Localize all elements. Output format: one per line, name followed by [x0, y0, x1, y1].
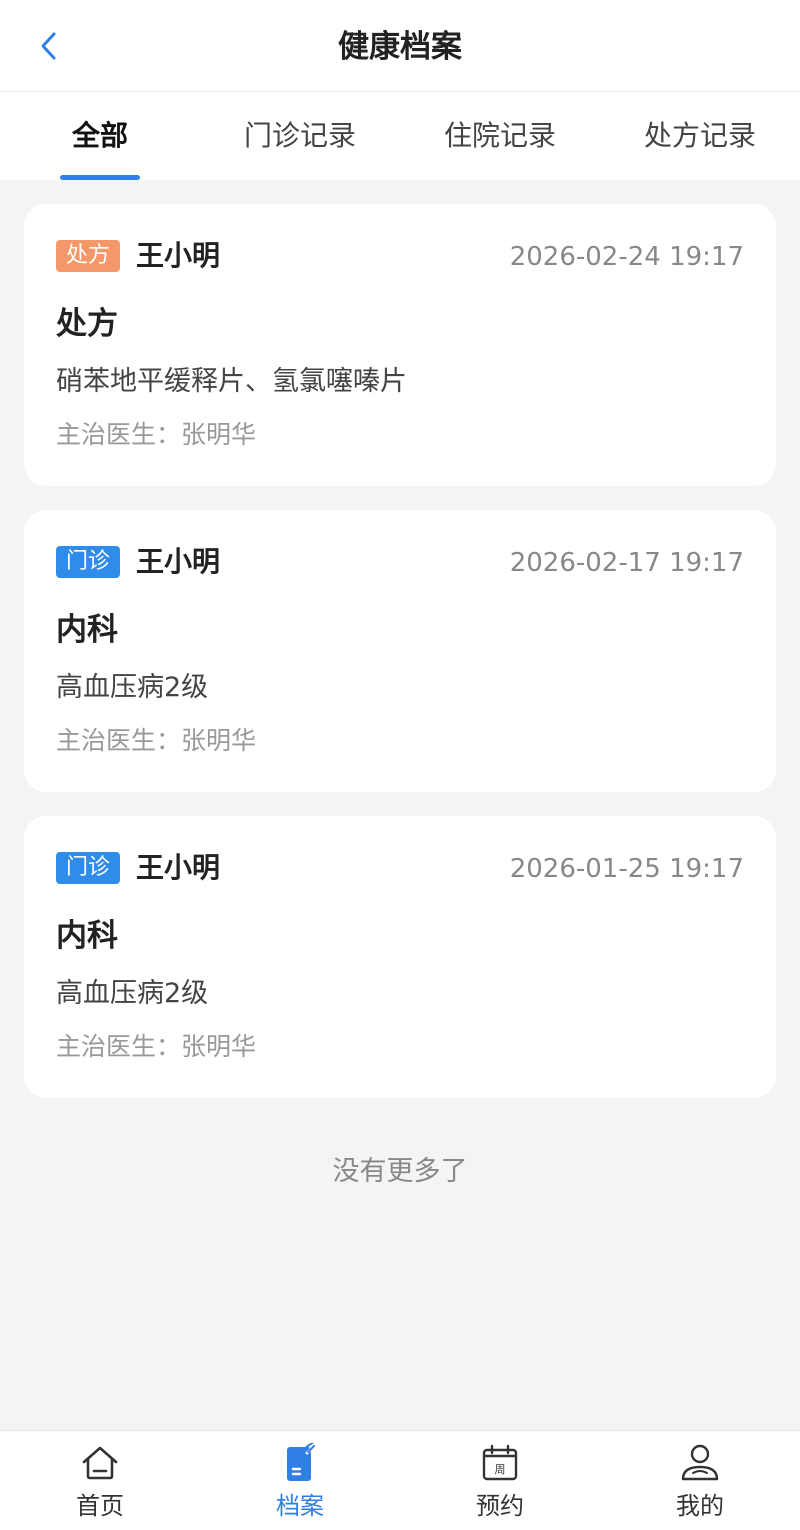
- record-title: 内科: [56, 918, 118, 954]
- calendar-icon-text: 周: [495, 1463, 506, 1476]
- tab-label: 处方记录: [643, 119, 756, 152]
- doctor-label: 主治医生：: [56, 726, 182, 755]
- record-card[interactable]: 处方 王小明 2026-02-24 19:17 处方 硝苯地平缓释片、氢氯噻嗪片…: [24, 204, 776, 486]
- record-title: 处方: [56, 306, 118, 342]
- tab-outpatient-records[interactable]: 门诊记录: [200, 92, 400, 180]
- tabbar-item-mine[interactable]: 我的: [600, 1431, 800, 1530]
- page-title: 健康档案: [338, 29, 462, 65]
- doctor-row: 主治医生：张明华: [56, 416, 256, 454]
- record-type-badge: 处方: [56, 240, 120, 272]
- record-card[interactable]: 门诊 王小明 2026-01-25 19:17 内科 高血压病2级 主治医生：张…: [24, 816, 776, 1098]
- record-time: 2026-01-25 19:17: [509, 854, 744, 884]
- doctor-row: 主治医生：张明华: [56, 722, 256, 760]
- tab-all[interactable]: 全部: [0, 92, 200, 180]
- record-tabs: 全部 门诊记录 住院记录 处方记录: [0, 92, 800, 180]
- record-time: 2026-02-17 19:17: [509, 548, 744, 578]
- patient-name: 王小明: [136, 851, 221, 884]
- tab-prescription-records[interactable]: 处方记录: [600, 92, 800, 180]
- archive-icon: [287, 1443, 317, 1481]
- record-card[interactable]: 门诊 王小明 2026-02-17 19:17 内科 高血压病2级 主治医生：张…: [24, 510, 776, 792]
- tab-label: 住院记录: [443, 119, 556, 152]
- patient-name: 王小明: [136, 239, 221, 272]
- record-type-badge: 门诊: [56, 546, 120, 578]
- doctor-name: 张明华: [181, 726, 257, 755]
- tabbar-label: 档案: [276, 1492, 324, 1520]
- doctor-name: 张明华: [181, 1032, 257, 1061]
- patient-name: 王小明: [136, 545, 221, 578]
- tabbar-item-appointment[interactable]: 周 预约: [400, 1431, 600, 1530]
- tabbar-item-archive[interactable]: 档案: [200, 1431, 400, 1530]
- tabbar-label: 我的: [676, 1492, 724, 1520]
- record-detail: 高血压病2级: [56, 978, 209, 1009]
- tabbar-label: 首页: [76, 1492, 124, 1520]
- active-tab-indicator: [60, 175, 140, 180]
- doctor-name: 张明华: [181, 420, 257, 449]
- doctor-label: 主治医生：: [56, 420, 182, 449]
- tab-label: 全部: [71, 119, 128, 152]
- bottom-tab-bar: 首页 档案 周 预约 我的: [0, 1430, 800, 1530]
- record-detail: 高血压病2级: [56, 672, 209, 703]
- profile-icon: [681, 1444, 719, 1481]
- top-nav-bar: 健康档案: [0, 0, 800, 92]
- tabbar-label: 预约: [476, 1492, 524, 1520]
- tab-label: 门诊记录: [243, 119, 356, 152]
- doctor-label: 主治医生：: [56, 1032, 182, 1061]
- record-title: 内科: [56, 612, 118, 648]
- record-detail: 硝苯地平缓释片、氢氯噻嗪片: [56, 366, 407, 397]
- end-of-list-text: 没有更多了: [332, 1156, 468, 1187]
- tab-inpatient-records[interactable]: 住院记录: [400, 92, 600, 180]
- tabbar-item-home[interactable]: 首页: [0, 1431, 200, 1530]
- calendar-icon: 周: [482, 1444, 518, 1481]
- home-icon: [82, 1446, 118, 1480]
- doctor-row: 主治医生：张明华: [56, 1028, 256, 1066]
- record-type-badge: 门诊: [56, 852, 120, 884]
- record-time: 2026-02-24 19:17: [509, 242, 744, 272]
